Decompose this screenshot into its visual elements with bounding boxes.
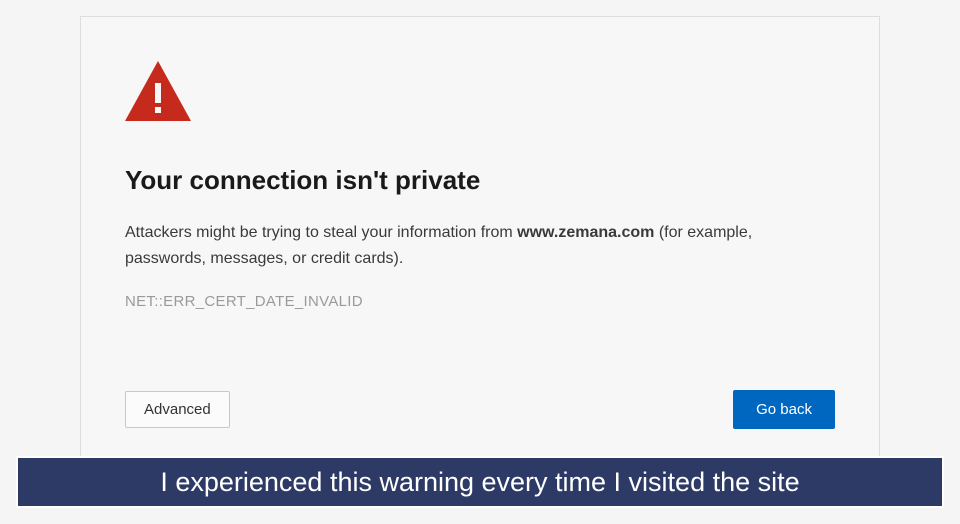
page-title: Your connection isn't private	[125, 165, 835, 196]
error-panel: Your connection isn't private Attackers …	[80, 16, 880, 462]
caption-bar: I experienced this warning every time I …	[16, 456, 944, 508]
advanced-button[interactable]: Advanced	[125, 391, 230, 428]
go-back-button[interactable]: Go back	[733, 390, 835, 429]
dangerous-domain: www.zemana.com	[517, 224, 654, 241]
description-prefix: Attackers might be trying to steal your …	[125, 224, 517, 241]
button-row: Advanced Go back	[125, 390, 835, 429]
error-description: Attackers might be trying to steal your …	[125, 220, 835, 271]
error-code: NET::ERR_CERT_DATE_INVALID	[125, 293, 835, 310]
warning-triangle-icon	[125, 61, 191, 121]
